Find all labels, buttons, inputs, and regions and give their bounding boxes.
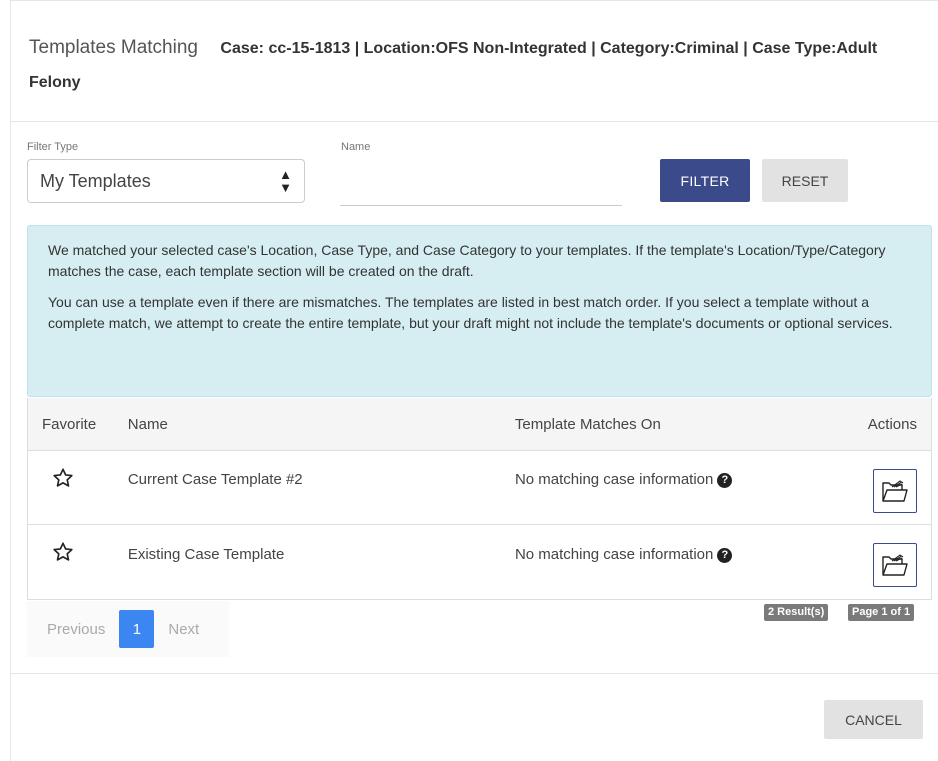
col-actions: Actions bbox=[867, 415, 917, 433]
page-1-button[interactable]: 1 bbox=[119, 610, 155, 648]
star-outline-icon[interactable] bbox=[52, 467, 74, 489]
star-outline-icon[interactable] bbox=[52, 541, 74, 563]
template-matches: No matching case information bbox=[514, 471, 714, 488]
page-count-badge: Page 1 of 1 bbox=[848, 604, 915, 621]
template-name: Current Case Template #2 bbox=[127, 471, 303, 488]
name-input[interactable] bbox=[340, 163, 622, 206]
sort-arrows-icon: ▲ ▼ bbox=[279, 167, 292, 195]
col-favorite: Favorite bbox=[42, 415, 97, 433]
modal-title: Templates Matching bbox=[29, 37, 198, 58]
filter-type-label: Filter Type bbox=[27, 141, 79, 153]
header-divider bbox=[11, 121, 938, 122]
template-name: Existing Case Template bbox=[127, 545, 285, 563]
results-count-badge: 2 Result(s) bbox=[764, 604, 829, 621]
info-paragraph-2: You can use a template even if there are… bbox=[48, 294, 893, 331]
table-row: Current Case Template #2 No matching cas… bbox=[28, 451, 931, 525]
reset-button[interactable]: RESET bbox=[762, 159, 848, 202]
table-row: Existing Case Template No matching case … bbox=[28, 525, 931, 599]
filter-button[interactable]: FILTER bbox=[660, 159, 750, 202]
modal-header: Templates Matching Case: cc-15-1813 | Lo… bbox=[29, 31, 909, 100]
templates-table: Favorite Name Template Matches On Action… bbox=[27, 398, 932, 600]
question-circle-icon[interactable]: ? bbox=[717, 473, 733, 488]
pagination: Previous 1 Next bbox=[27, 601, 229, 657]
col-name: Name bbox=[127, 415, 168, 433]
question-circle-icon[interactable]: ? bbox=[717, 547, 733, 563]
table-header: Favorite Name Template Matches On Action… bbox=[28, 398, 931, 451]
filter-type-select[interactable]: My Templates ▲ ▼ bbox=[27, 159, 305, 203]
footer-divider bbox=[11, 673, 938, 674]
cancel-button[interactable]: CANCEL bbox=[824, 700, 923, 739]
filter-type-value: My Templates bbox=[40, 170, 151, 191]
open-folder-icon bbox=[882, 479, 908, 502]
previous-page-link[interactable]: Previous bbox=[47, 621, 105, 638]
match-info-alert: We matched your selected case's Location… bbox=[27, 225, 932, 397]
col-matches: Template Matches On bbox=[514, 415, 661, 433]
template-matches: No matching case information bbox=[514, 545, 714, 563]
info-paragraph-1: We matched your selected case's Location… bbox=[48, 242, 886, 279]
open-template-button[interactable] bbox=[873, 543, 918, 587]
next-page-link[interactable]: Next bbox=[168, 621, 199, 638]
open-folder-icon bbox=[882, 554, 908, 576]
open-template-button[interactable] bbox=[873, 468, 918, 513]
name-label: Name bbox=[341, 141, 371, 153]
templates-modal: Templates Matching Case: cc-15-1813 | Lo… bbox=[10, 0, 938, 761]
